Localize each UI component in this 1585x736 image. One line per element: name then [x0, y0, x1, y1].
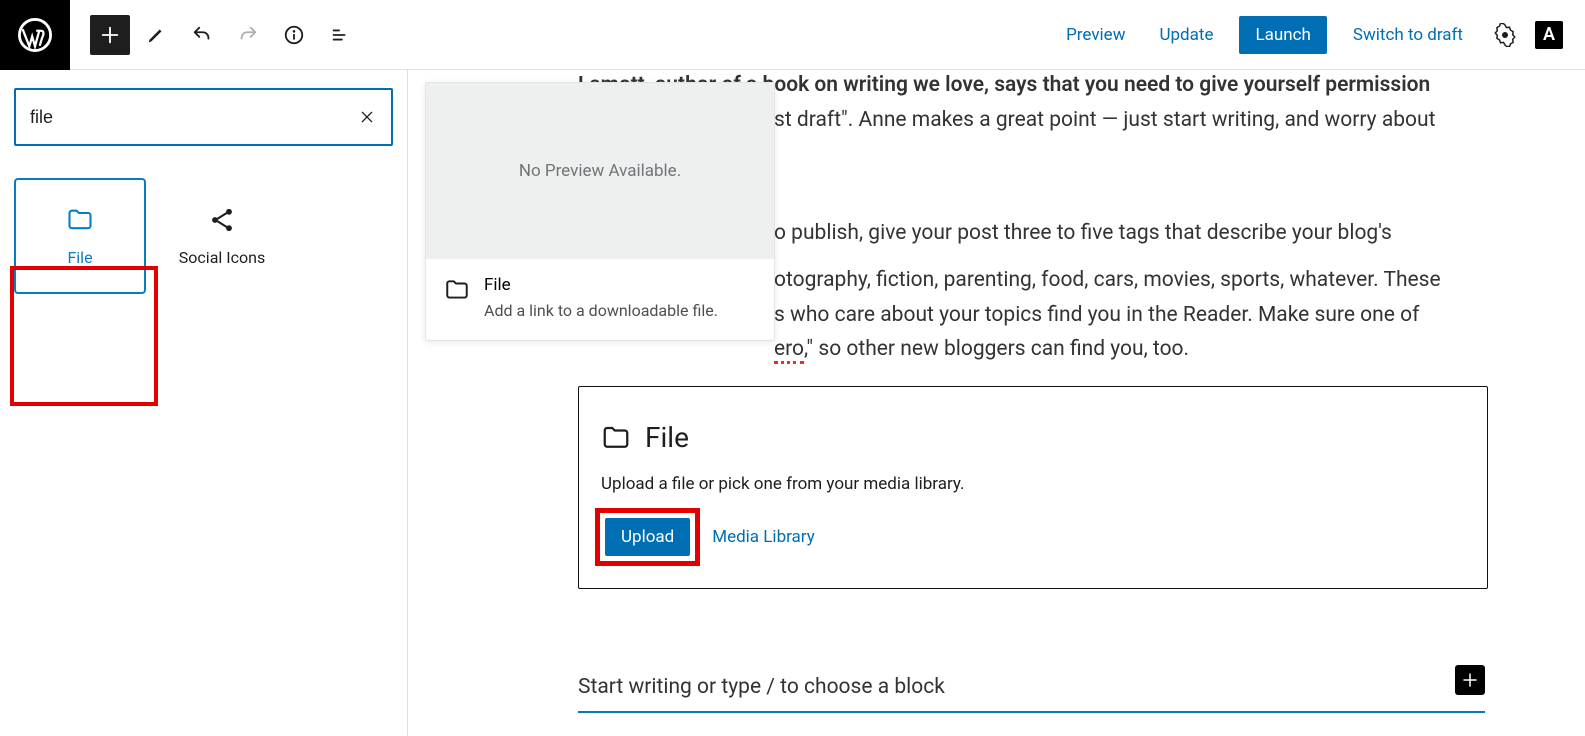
file-block[interactable]: File Upload a file or pick one from your… — [578, 386, 1488, 589]
outline-button[interactable] — [320, 15, 360, 55]
jetpack-button[interactable]: A — [1533, 19, 1565, 51]
block-search — [14, 88, 393, 146]
block-inserter-panel: File Social Icons — [0, 70, 408, 736]
plus-icon — [1461, 671, 1479, 689]
text: ," so other new bloggers can find you, t… — [804, 337, 1189, 361]
block-preview-title: File — [484, 275, 718, 295]
block-item-label: File — [67, 248, 92, 267]
wordpress-icon — [18, 18, 52, 52]
close-icon — [359, 109, 375, 125]
block-item-label: Social Icons — [179, 248, 265, 267]
wp-logo-button[interactable] — [0, 0, 70, 70]
info-icon — [283, 24, 305, 46]
plus-icon — [99, 24, 121, 46]
list-icon — [329, 24, 351, 46]
block-preview-popover: No Preview Available. File Add a link to… — [425, 82, 775, 341]
block-item-file[interactable]: File — [14, 178, 146, 294]
folder-icon — [444, 277, 470, 303]
folder-icon — [66, 206, 94, 234]
editor-toolbar: Preview Update Launch Switch to draft A — [70, 0, 1585, 70]
new-block-placeholder[interactable]: Start writing or type / to choose a bloc… — [578, 670, 1485, 713]
clear-search-button[interactable] — [355, 109, 379, 125]
settings-button[interactable] — [1489, 19, 1521, 51]
edit-mode-button[interactable] — [136, 15, 176, 55]
preview-button[interactable]: Preview — [1052, 17, 1139, 53]
folder-icon — [601, 423, 631, 453]
block-preview-thumbnail: No Preview Available. — [426, 83, 774, 259]
update-button[interactable]: Update — [1145, 17, 1227, 53]
add-block-button[interactable] — [90, 15, 130, 55]
redo-icon — [237, 24, 259, 46]
info-button[interactable] — [274, 15, 314, 55]
gear-icon — [1493, 23, 1517, 47]
block-search-input[interactable] — [28, 106, 355, 129]
media-library-button[interactable]: Media Library — [712, 527, 815, 547]
redo-button[interactable] — [228, 15, 268, 55]
launch-button[interactable]: Launch — [1239, 16, 1326, 54]
switch-to-draft-button[interactable]: Switch to draft — [1339, 17, 1477, 53]
pencil-icon — [145, 24, 167, 46]
undo-button[interactable] — [182, 15, 222, 55]
undo-icon — [191, 24, 213, 46]
annotation-highlight — [595, 508, 700, 566]
file-block-title: File — [645, 421, 689, 454]
share-icon — [208, 206, 236, 234]
misspelling: ero — [774, 337, 804, 364]
jetpack-icon: A — [1535, 21, 1563, 49]
block-item-social-icons[interactable]: Social Icons — [156, 178, 288, 294]
file-block-header: File — [601, 421, 1465, 454]
file-block-hint: Upload a file or pick one from your medi… — [601, 474, 1465, 494]
block-preview-description: Add a link to a downloadable file. — [484, 301, 718, 320]
block-results: File Social Icons — [14, 178, 393, 294]
add-block-inline-button[interactable] — [1455, 665, 1485, 695]
